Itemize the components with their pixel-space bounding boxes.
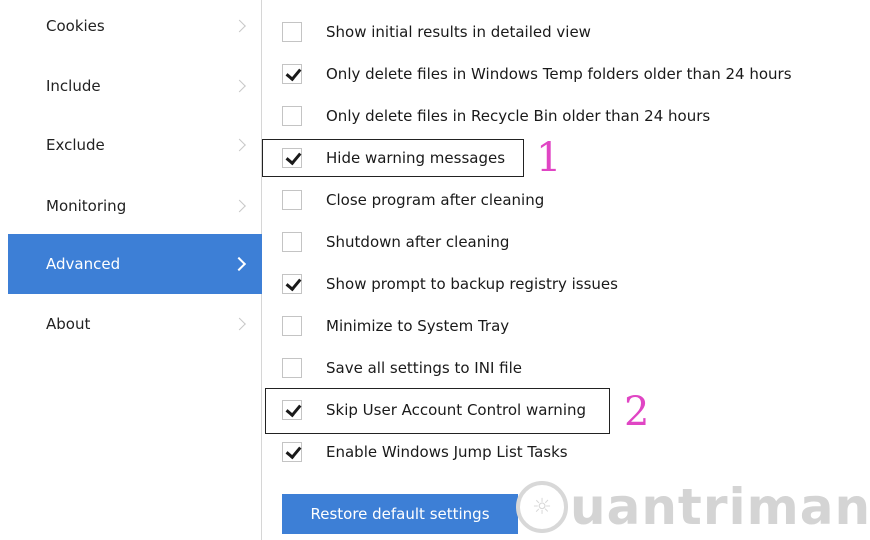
option-row: Show initial results in detailed view [282,17,591,47]
option-row: Only delete files in Recycle Bin older t… [282,101,710,131]
option-checkbox[interactable] [282,358,302,378]
option-checkbox[interactable] [282,64,302,84]
sidebar-item-label: Advanced [46,255,121,273]
sidebar-item-label: Monitoring [46,197,127,215]
option-row: Show prompt to backup registry issues [282,269,618,299]
option-row: Save all settings to INI file [282,353,522,383]
option-label: Hide warning messages [326,149,506,167]
sidebar: Cookies Include Exclude Monitoring Advan… [0,0,262,540]
option-row: Hide warning messages [282,143,505,173]
sidebar-item-label: Exclude [46,136,105,154]
sidebar-item-exclude[interactable]: Exclude [8,115,262,175]
restore-default-settings-button[interactable]: Restore default settings [282,494,518,534]
option-row: Close program after cleaning [282,185,544,215]
chevron-right-icon [233,19,246,33]
option-row: Shutdown after cleaning [282,227,509,257]
option-label: Skip User Account Control warning [326,401,587,419]
option-label: Show initial results in detailed view [326,23,591,41]
chevron-right-icon [233,138,246,152]
option-row: Skip User Account Control warning [282,395,586,425]
option-label: Save all settings to INI file [326,359,522,377]
sidebar-item-include[interactable]: Include [8,56,262,116]
option-label: Only delete files in Recycle Bin older t… [326,107,711,125]
option-checkbox[interactable] [282,22,302,42]
sidebar-item-label: Include [46,77,101,95]
advanced-settings-panel: Show initial results in detailed view On… [262,0,870,540]
option-checkbox[interactable] [282,106,302,126]
option-checkbox[interactable] [282,148,302,168]
option-checkbox[interactable] [282,190,302,210]
chevron-right-icon [233,317,246,331]
option-label: Show prompt to backup registry issues [326,275,618,293]
sidebar-item-label: About [46,315,91,333]
annotation-number: 1 [536,135,562,181]
sidebar-item-cookies[interactable]: Cookies [8,0,262,56]
chevron-right-icon [233,79,246,93]
option-checkbox[interactable] [282,232,302,252]
chevron-right-icon [231,256,247,272]
option-row: Minimize to System Tray [282,311,509,341]
option-checkbox[interactable] [282,400,302,420]
option-row: Only delete files in Windows Temp folder… [282,59,792,89]
option-label: Close program after cleaning [326,191,545,209]
sidebar-item-label: Cookies [46,17,105,35]
option-label: Minimize to System Tray [326,317,510,335]
sidebar-item-monitoring[interactable]: Monitoring [8,176,262,236]
option-checkbox[interactable] [282,316,302,336]
option-label: Enable Windows Jump List Tasks [326,443,568,461]
annotation-number: 2 [624,389,650,435]
sidebar-item-about[interactable]: About [8,294,262,354]
option-checkbox[interactable] [282,442,302,462]
option-row: Enable Windows Jump List Tasks [282,437,568,467]
sidebar-item-advanced[interactable]: Advanced [8,234,262,294]
chevron-right-icon [233,199,246,213]
option-label: Only delete files in Windows Temp folder… [326,65,792,83]
option-label: Shutdown after cleaning [326,233,510,251]
option-checkbox[interactable] [282,274,302,294]
